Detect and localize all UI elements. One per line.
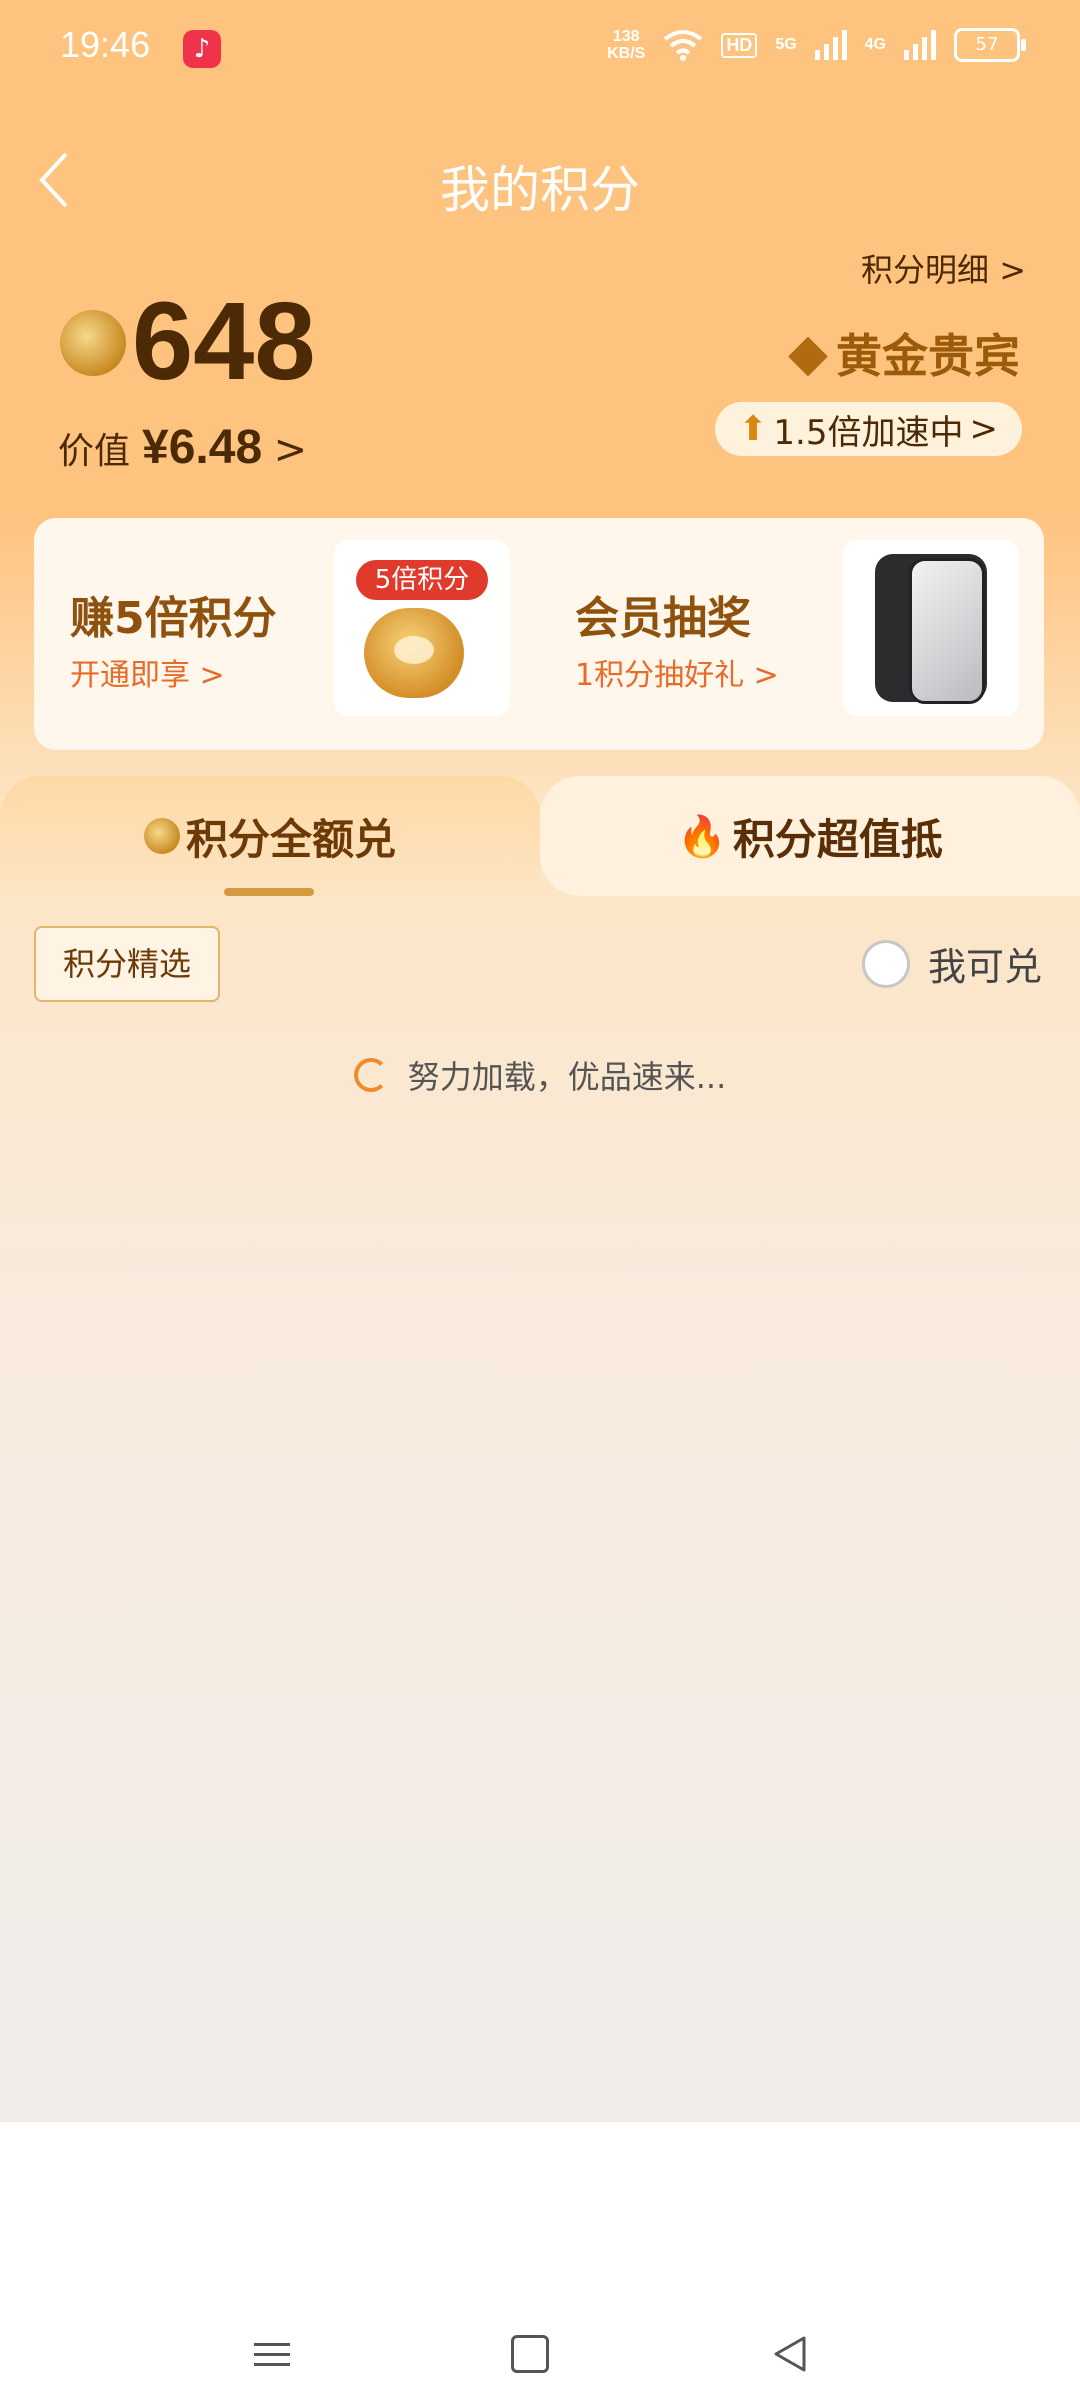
phone-front-icon <box>909 558 985 704</box>
promo-title: 赚5倍积分 <box>70 593 277 644</box>
back-button[interactable] <box>760 2324 820 2384</box>
tab-full-redeem[interactable]: 积分全额兑 <box>0 776 540 896</box>
spinner-icon <box>353 1058 388 1092</box>
points-amount: 648 <box>132 280 316 403</box>
points-detail-link[interactable]: 积分明细 > <box>861 245 1026 291</box>
hd-icon: HD <box>721 32 758 58</box>
screen-background: 19:46 ♪ 138 KB/S HD 5G 4G 57 我的积分 积分明细 >… <box>0 0 1080 2122</box>
phone-image <box>843 540 1019 716</box>
triangle-back-icon <box>774 2336 806 2372</box>
promo-card: 赚5倍积分 开通即享 > 5倍积分 会员抽奖 1积分抽好礼 > <box>34 518 1044 750</box>
chevron-right-icon: > <box>273 427 308 473</box>
page-title: 我的积分 <box>440 161 640 219</box>
fire-icon: 🔥 <box>677 813 727 860</box>
promo-lottery[interactable]: 会员抽奖 1积分抽好礼 > <box>539 518 1044 750</box>
menu-icon[interactable] <box>242 2324 302 2384</box>
status-time: 19:46 <box>60 24 151 65</box>
battery-icon: 57 <box>954 28 1026 62</box>
tab-value-offset[interactable]: 🔥 积分超值抵 <box>540 776 1080 896</box>
points-value[interactable]: 价值 ¥6.48 > <box>58 420 307 475</box>
promo-subtitle: 1积分抽好礼 > <box>575 658 779 693</box>
coin-stack-icon <box>364 608 464 698</box>
tab-label: 积分全额兑 <box>185 814 396 864</box>
tab-bar: 积分全额兑 🔥 积分超值抵 <box>0 776 1080 896</box>
network-speed: 138 KB/S <box>607 28 645 62</box>
chevron-right-icon: > <box>969 409 999 449</box>
filter-chip-selected[interactable]: 积分精选 <box>34 926 220 1002</box>
points-value-amount: ¥6.48 <box>142 421 263 474</box>
coin-icon <box>143 818 180 854</box>
promo-badge: 5倍积分 <box>356 560 488 600</box>
home-button[interactable] <box>500 2324 560 2384</box>
diamond-icon: ◆ <box>788 323 828 383</box>
square-icon <box>511 2335 549 2373</box>
network-speed-value: 138 <box>612 28 640 45</box>
signal-icon <box>814 30 847 60</box>
promo-subtitle-text: 开通即享 <box>70 658 190 693</box>
system-navigation-bar <box>0 2122 1080 2400</box>
radio-icon[interactable] <box>861 939 910 988</box>
membership-level[interactable]: ◆ 黄金贵宾 <box>788 320 1020 386</box>
membership-level-text: 黄金贵宾 <box>836 329 1020 383</box>
wifi-icon <box>664 30 703 61</box>
loading-indicator: 努力加载，优品速来... <box>0 1052 1080 1098</box>
tab-label: 积分超值抵 <box>732 814 943 864</box>
status-bar: 19:46 ♪ 138 KB/S HD 5G 4G 57 <box>0 0 1080 100</box>
coin-icon <box>60 310 126 376</box>
coins-image: 5倍积分 <box>334 540 510 716</box>
music-app-icon: ♪ <box>183 30 221 68</box>
promo-subtitle-text: 1积分抽好礼 <box>575 658 745 693</box>
promo-subtitle: 开通即享 > <box>70 658 225 693</box>
speedup-text: 1.5倍加速中 <box>773 412 964 453</box>
promo-title: 会员抽奖 <box>575 593 751 644</box>
can-redeem-toggle[interactable]: 我可兑 <box>861 936 1042 991</box>
network-speed-unit: KB/S <box>607 45 646 62</box>
status-icons: 138 KB/S HD 5G 4G 57 <box>607 28 1026 62</box>
signal-5g-label: 5G <box>775 36 797 53</box>
signal-icon-2 <box>904 30 936 60</box>
chevron-right-icon: > <box>999 251 1026 289</box>
signal-4g-label: 4G <box>864 36 886 53</box>
can-redeem-label: 我可兑 <box>927 945 1042 989</box>
loading-text: 努力加载，优品速来... <box>407 1058 727 1096</box>
speedup-badge[interactable]: ⬆ 1.5倍加速中 > <box>714 402 1022 456</box>
promo-earn-points[interactable]: 赚5倍积分 开通即享 > 5倍积分 <box>34 518 539 750</box>
points-detail-label: 积分明细 <box>861 251 990 289</box>
arrow-up-icon: ⬆ <box>738 409 768 449</box>
points-value-label: 价值 <box>58 431 131 472</box>
tab-active-indicator <box>224 888 314 896</box>
